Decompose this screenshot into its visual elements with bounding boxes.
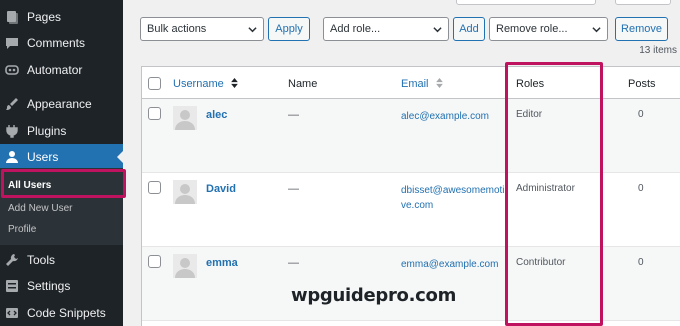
apply-button[interactable]: Apply <box>268 17 310 41</box>
chevron-down-icon <box>433 27 442 33</box>
sidebar-item-settings[interactable]: Settings <box>0 273 123 299</box>
tools-icon <box>5 253 19 267</box>
column-roles: Roles <box>516 78 545 90</box>
sidebar-item-tools[interactable]: Tools <box>0 247 123 273</box>
remove-role-button[interactable]: Remove <box>615 17 668 41</box>
name-cell: — <box>288 257 299 269</box>
admin-sidebar: Pages Comments Automator Appearance Plug… <box>0 0 123 326</box>
name-cell: — <box>288 109 299 121</box>
sidebar-item-appearance[interactable]: Appearance <box>0 91 123 117</box>
users-icon <box>5 150 19 164</box>
sidebar-item-label: Appearance <box>27 97 92 111</box>
table-row: David — dbisset@awesomemotive.com Admini… <box>142 173 680 247</box>
chevron-down-icon <box>248 27 257 33</box>
column-posts: Posts <box>628 78 656 90</box>
sidebar-item-label: Automator <box>27 63 83 77</box>
sidebar-item-pages[interactable]: Pages <box>0 4 123 30</box>
sidebar-item-comments[interactable]: Comments <box>0 30 123 56</box>
table-header: Username Name Email Roles Posts <box>142 67 680 99</box>
remove-role-value: Remove role... <box>496 23 568 35</box>
sidebar-item-label: Pages <box>27 10 62 24</box>
column-username[interactable]: Username <box>173 78 238 90</box>
role-cell: Editor <box>516 109 543 120</box>
items-count: 13 items <box>639 45 677 56</box>
row-checkbox[interactable] <box>148 255 161 268</box>
submenu-item-profile[interactable]: Profile <box>8 224 36 235</box>
sidebar-item-automator[interactable]: Automator <box>0 57 123 83</box>
remove-role-select[interactable]: Remove role... <box>489 17 608 41</box>
sidebar-item-label: Users <box>27 150 59 164</box>
sidebar-item-label: Code Snippets <box>27 306 106 320</box>
watermark-text: wpguidepro.com <box>291 285 457 306</box>
plugins-icon <box>5 124 19 138</box>
avatar <box>173 180 197 204</box>
users-submenu: All Users Add New User Profile <box>0 168 123 245</box>
posts-count[interactable]: 0 <box>638 109 644 120</box>
sidebar-item-label: Tools <box>27 253 56 267</box>
comments-icon <box>5 36 19 50</box>
code-snippets-icon <box>5 306 19 320</box>
username-link[interactable]: David <box>206 183 236 195</box>
sidebar-item-label: Comments <box>27 36 86 50</box>
role-cell: Contributor <box>516 257 566 268</box>
sidebar-item-code-snippets[interactable]: Code Snippets <box>0 300 123 326</box>
submenu-item-all-users[interactable]: All Users <box>8 180 51 191</box>
sidebar-item-label: Plugins <box>27 124 67 138</box>
column-name: Name <box>288 78 318 90</box>
column-username-label: Username <box>173 78 224 90</box>
sort-arrows-icon <box>435 78 443 88</box>
add-role-button[interactable]: Add <box>453 17 485 41</box>
pages-icon <box>5 10 19 24</box>
automator-icon <box>5 63 19 77</box>
chevron-down-icon <box>592 27 601 33</box>
posts-count[interactable]: 0 <box>638 257 644 268</box>
email-link[interactable]: dbisset@awesomemotive.com <box>401 183 505 213</box>
select-all-checkbox[interactable] <box>148 77 161 90</box>
sidebar-item-users[interactable]: Users <box>0 144 123 170</box>
posts-count[interactable]: 0 <box>638 183 644 194</box>
row-checkbox[interactable] <box>148 181 161 194</box>
email-link[interactable]: emma@example.com <box>401 257 505 272</box>
username-link[interactable]: emma <box>206 257 238 269</box>
column-email-label: Email <box>401 78 429 90</box>
column-email[interactable]: Email <box>401 78 443 90</box>
username-link[interactable]: alec <box>206 109 227 121</box>
table-row: emma — emma@example.com Contributor 0 <box>142 247 680 321</box>
row-checkbox[interactable] <box>148 107 161 120</box>
avatar <box>173 254 197 278</box>
screen-options-tab[interactable] <box>456 0 596 5</box>
bulk-actions-value: Bulk actions <box>147 23 207 35</box>
submenu-item-add-new-user[interactable]: Add New User <box>8 203 72 214</box>
add-role-value: Add role... <box>330 23 381 35</box>
add-role-select[interactable]: Add role... <box>323 17 449 41</box>
sidebar-item-label: Settings <box>27 279 71 293</box>
sidebar-item-plugins[interactable]: Plugins <box>0 118 123 144</box>
avatar <box>173 106 197 130</box>
help-tab[interactable] <box>615 0 671 5</box>
table-row: alec — alec@example.com Editor 0 <box>142 99 680 173</box>
email-link[interactable]: alec@example.com <box>401 109 505 124</box>
sort-arrows-icon <box>230 78 238 88</box>
bulk-actions-select[interactable]: Bulk actions <box>140 17 264 41</box>
name-cell: — <box>288 183 299 195</box>
role-cell: Administrator <box>516 183 575 194</box>
appearance-icon <box>5 97 19 111</box>
settings-icon <box>5 279 19 293</box>
